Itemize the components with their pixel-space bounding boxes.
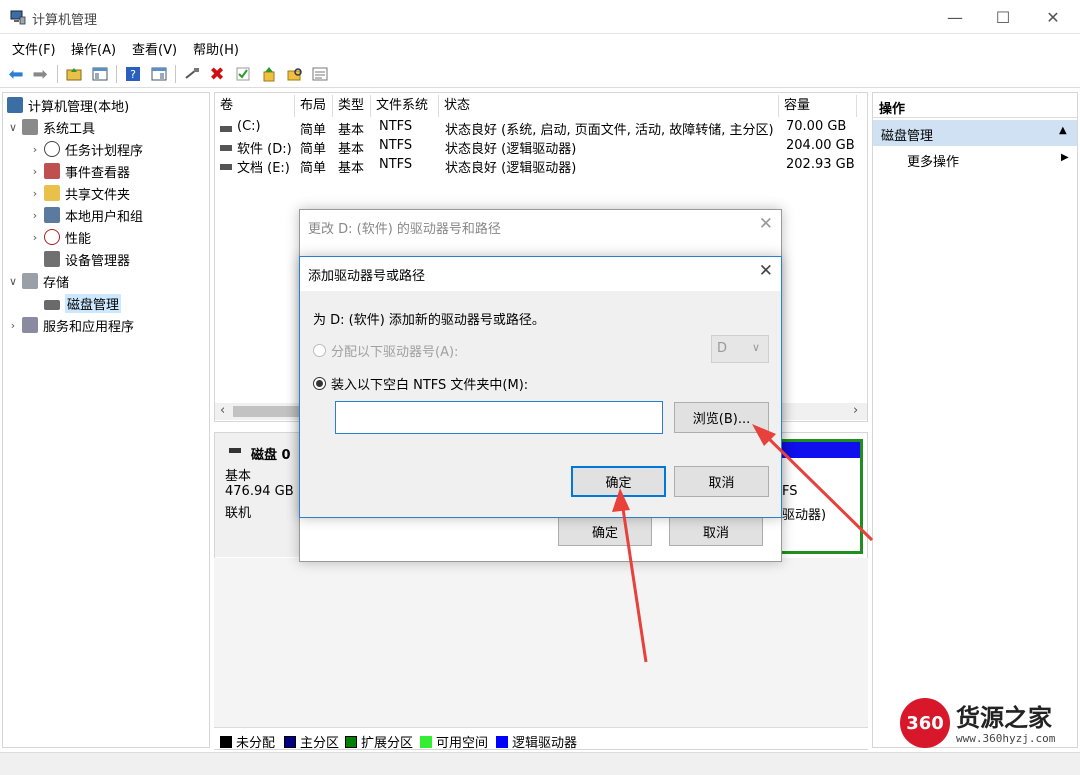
- watermark-logo: 360: [900, 698, 950, 748]
- watermark-url: www.360hyzj.com: [956, 732, 1056, 745]
- watermark-text: 货源之家: [956, 704, 1052, 732]
- annotation-arrow-ok: [620, 501, 648, 663]
- watermark: 360 货源之家 www.360hyzj.com: [898, 694, 1078, 754]
- annotation-arrows: [612, 424, 874, 663]
- arrowhead-icon: [612, 488, 630, 512]
- annotation-arrow-browse: [760, 430, 874, 542]
